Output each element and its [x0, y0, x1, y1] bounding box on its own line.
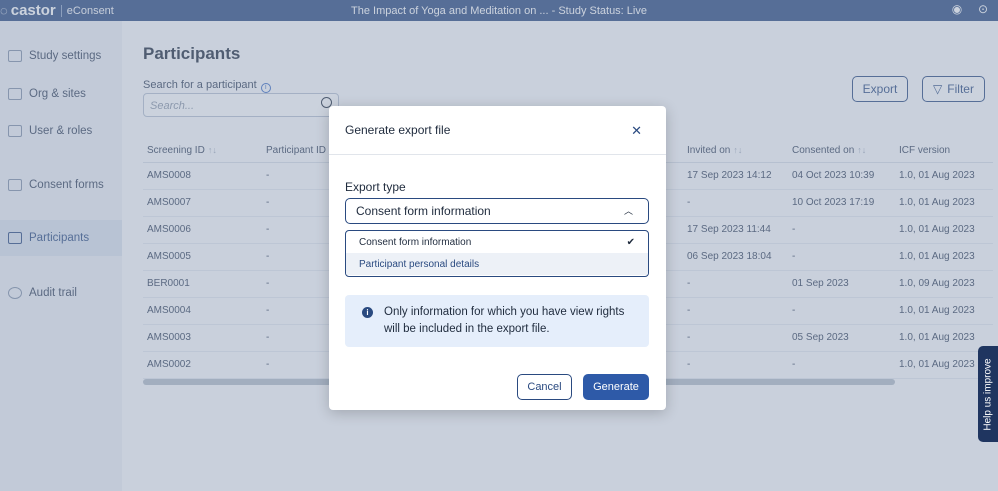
option-label: Participant personal details — [359, 258, 480, 270]
modal-title: Generate export file — [345, 123, 451, 137]
generate-label: Generate — [593, 381, 639, 393]
export-type-label: Export type — [345, 180, 406, 194]
cancel-label: Cancel — [527, 381, 562, 393]
modal-header: Generate export file — [329, 106, 666, 155]
export-type-dropdown: Consent form information ✔ Participant pe… — [345, 230, 649, 277]
option-label: Consent form information — [359, 236, 472, 248]
info-icon: i — [362, 307, 373, 318]
select-value: Consent form information — [356, 204, 491, 218]
option-participant-personal-details[interactable]: Participant personal details — [346, 253, 648, 275]
info-text: Only information for which you have view… — [384, 306, 625, 335]
check-icon: ✔ — [626, 236, 635, 248]
option-consent-form-information[interactable]: Consent form information ✔ — [346, 231, 648, 253]
export-type-select[interactable]: Consent form information ︿ — [345, 198, 649, 224]
help-us-improve-tab[interactable]: Help us improve — [978, 346, 998, 442]
export-modal: Generate export file ✕ Export type Conse… — [329, 106, 666, 410]
cancel-button[interactable]: Cancel — [517, 374, 572, 400]
generate-button[interactable]: Generate — [583, 374, 649, 400]
chevron-up-icon: ︿ — [623, 206, 633, 216]
info-message: i Only information for which you have vie… — [345, 295, 649, 347]
close-icon[interactable]: ✕ — [631, 123, 642, 139]
help-tab-label: Help us improve — [982, 357, 994, 431]
